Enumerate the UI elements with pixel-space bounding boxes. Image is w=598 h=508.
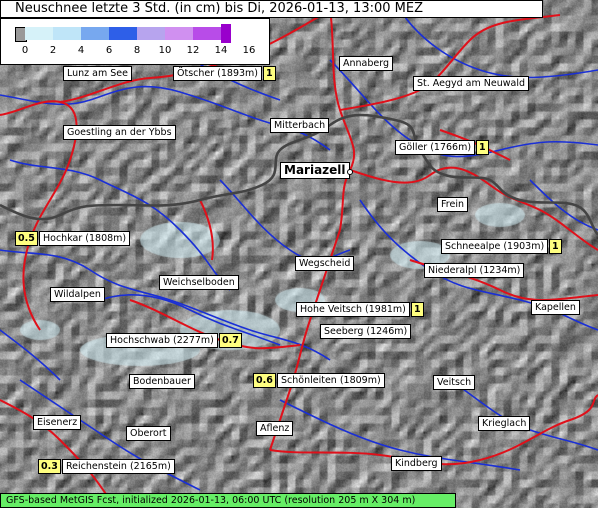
mariazell-marker bbox=[347, 169, 353, 175]
town-marker-layer bbox=[347, 169, 353, 175]
snow-map: Neuschnee letzte 3 Std. (in cm) bis Di, … bbox=[0, 0, 598, 508]
forecast-footer: GFS-based MetGIS Fcst, initialized 2026-… bbox=[0, 493, 456, 508]
